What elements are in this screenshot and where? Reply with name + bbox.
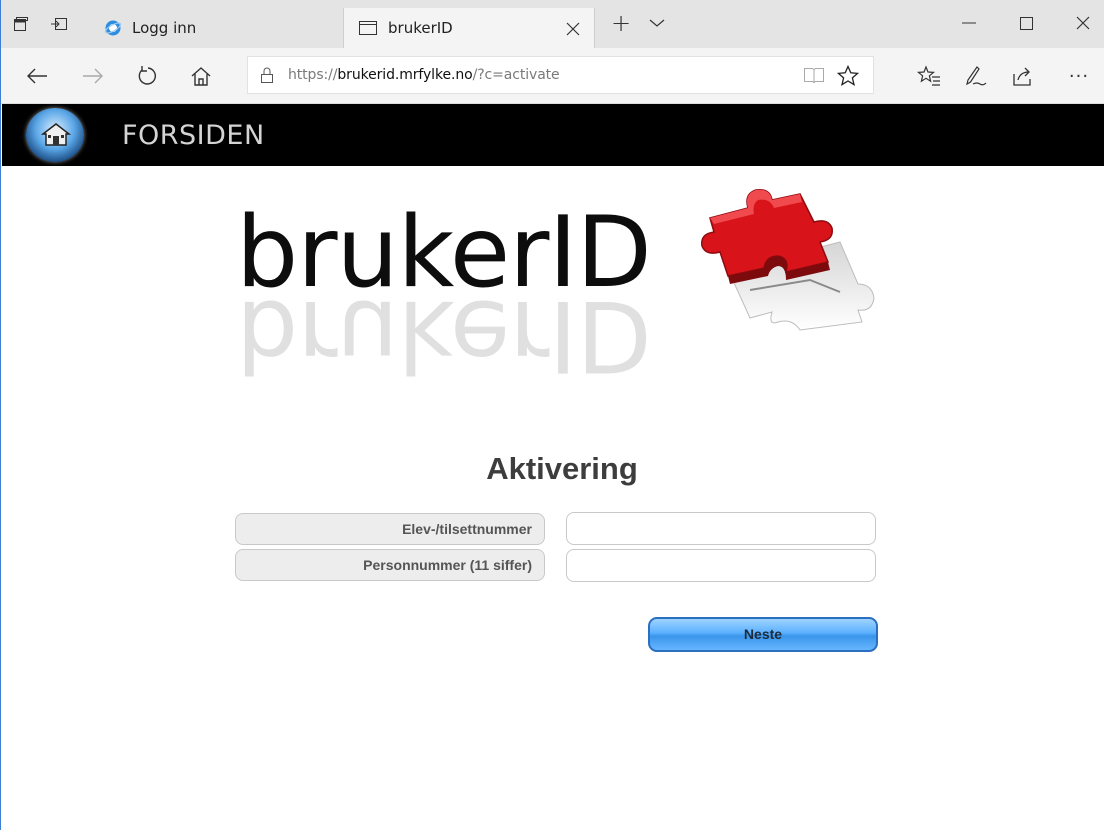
tab-label: Logg inn bbox=[132, 19, 197, 37]
maximize-button[interactable] bbox=[1006, 8, 1046, 38]
next-button[interactable]: Neste bbox=[648, 617, 878, 652]
favorites-hub-icon[interactable] bbox=[913, 60, 945, 92]
ie-globe-icon bbox=[104, 19, 122, 37]
brukerid-logo: brukerID brukerID bbox=[232, 172, 882, 392]
home-button[interactable] bbox=[26, 108, 84, 162]
tab-preview-chevron-icon[interactable] bbox=[637, 8, 677, 38]
address-bar[interactable]: https://brukerid.mrfylke.no/?c=activate bbox=[247, 56, 874, 94]
url-text: https://brukerid.mrfylke.no/?c=activate bbox=[288, 67, 560, 83]
home-link[interactable]: FORSIDEN bbox=[122, 120, 265, 151]
site-header: FORSIDEN bbox=[2, 104, 1104, 166]
navigation-bar: https://brukerid.mrfylke.no/?c=activate … bbox=[1, 48, 1104, 104]
web-note-pen-icon[interactable] bbox=[959, 60, 991, 92]
tab-bar: Logg inn brukerID + bbox=[1, 0, 1104, 48]
minimize-button[interactable] bbox=[949, 8, 989, 38]
page-icon bbox=[358, 20, 378, 36]
tab-actions-icon[interactable] bbox=[11, 14, 31, 34]
tab-logg-inn[interactable]: Logg inn bbox=[96, 8, 342, 48]
browser-window: Logg inn brukerID + https://brukerid.mrf… bbox=[0, 0, 1104, 830]
personal-number-label: Personnummer (11 siffer) bbox=[235, 549, 545, 581]
close-tab-icon[interactable] bbox=[566, 17, 580, 41]
forward-arrow-icon[interactable] bbox=[77, 60, 109, 92]
home-icon[interactable] bbox=[185, 60, 217, 92]
tab-brukerid[interactable]: brukerID bbox=[343, 8, 595, 48]
page-content: brukerID brukerID Aktivering Elev-/tilse… bbox=[2, 166, 1104, 830]
employee-number-input[interactable] bbox=[566, 512, 876, 545]
close-window-button[interactable] bbox=[1063, 8, 1103, 38]
more-menu-button[interactable]: ··· bbox=[1063, 60, 1095, 92]
reading-view-icon[interactable] bbox=[803, 66, 825, 88]
tab-label: brukerID bbox=[388, 19, 453, 37]
favorite-star-icon[interactable] bbox=[836, 64, 860, 91]
logo-text: brukerID bbox=[236, 196, 652, 310]
personal-number-input[interactable] bbox=[566, 549, 876, 582]
lock-icon bbox=[260, 66, 274, 88]
house-icon bbox=[40, 121, 72, 151]
page-title: Aktivering bbox=[486, 451, 638, 486]
set-aside-tabs-icon[interactable] bbox=[49, 14, 69, 34]
back-arrow-icon[interactable] bbox=[21, 60, 53, 92]
new-tab-button[interactable]: + bbox=[601, 8, 641, 38]
share-icon[interactable] bbox=[1007, 60, 1039, 92]
refresh-icon[interactable] bbox=[131, 60, 163, 92]
employee-number-label: Elev-/tilsettnummer bbox=[235, 513, 545, 545]
puzzle-piece-icon bbox=[690, 172, 880, 336]
